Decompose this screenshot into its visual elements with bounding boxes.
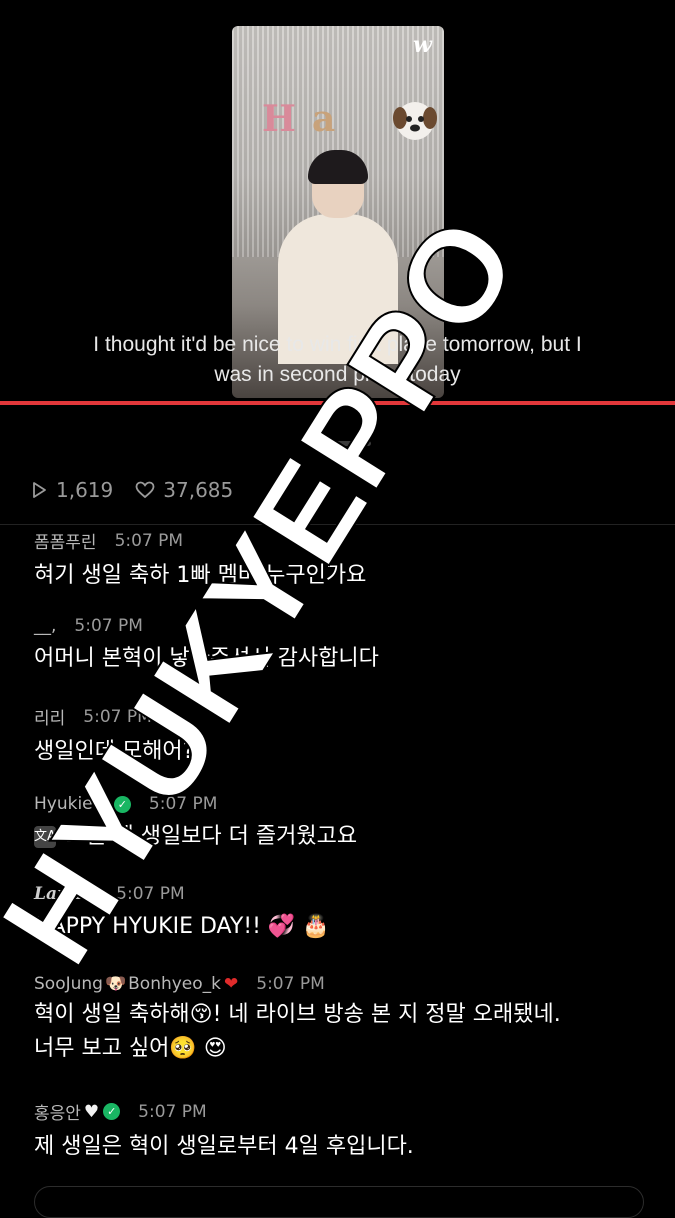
play-count: 1,619: [30, 478, 113, 502]
like-count-value: 37,685: [163, 478, 234, 502]
app-logo: w: [413, 32, 432, 58]
comment: __, 5:07 PM 어머니 본혁이 낳아주셔서 감사합니다: [34, 616, 379, 676]
comment-author-part[interactable]: Bonhyeo_k: [128, 974, 221, 994]
like-count: 37,685: [135, 478, 233, 502]
divider: [0, 524, 675, 525]
comment-author[interactable]: Hyukie: [34, 794, 93, 814]
comment: 홍응안 ♥ ✓ 5:07 PM 제 생일은 혁이 생일로부터 4일 후입니다.: [34, 1099, 414, 1164]
comment-time: 5:07 PM: [116, 884, 185, 904]
comment-text: 생일인데 모해어?: [34, 739, 195, 764]
comment-text: HAPPY HYUKIE DAY!! 💞 🎂: [34, 914, 330, 939]
heart-icon: ❤: [224, 974, 239, 994]
comment-text: 제 생일은 혁이 생일로부터 4일 후입니다.: [34, 1134, 414, 1159]
comment-time: 5:07 PM: [256, 974, 325, 994]
heart-icon[interactable]: [135, 481, 155, 499]
heart-icon: ❤: [95, 794, 110, 814]
comment: LaniE · 5:07 PM HAPPY HYUKIE DAY!! 💞 🎂: [34, 884, 330, 944]
play-count-value: 1,619: [56, 478, 114, 502]
comment-author[interactable]: 리리: [34, 704, 65, 729]
verified-badge-icon: ✓: [103, 1103, 121, 1120]
video-subtitle: I thought it'd be nice to win first plac…: [0, 330, 675, 390]
comment: 폼폼푸린 5:07 PM 혀기 생일 축하 1빠 멤버 누구인가요: [34, 528, 366, 593]
comment-text: 혀기 생일 축하 1빠 멤버 누구인가요: [34, 563, 367, 588]
comment-author[interactable]: 홍응안: [34, 1099, 81, 1124]
translate-icon[interactable]: 文A: [34, 826, 56, 848]
balloon-letter: a: [312, 98, 336, 140]
comment-input[interactable]: [34, 1186, 644, 1218]
subtitle-line: was in second place today: [214, 363, 461, 386]
comment-author[interactable]: __,: [34, 616, 56, 636]
comment: Hyukie ❤ ✓ 5:07 PM 文A 오늘 제 생일보다 더 즐거웠고요: [34, 794, 357, 854]
comment-author-part[interactable]: SooJung: [34, 974, 103, 994]
comment-time: 5:07 PM: [138, 1101, 207, 1122]
comment-text: 혁이 생일 축하해😚! 네 라이브 방송 본 지 정말 오래됐네.: [34, 1002, 561, 1027]
video-stats: 1,619 37,685: [30, 478, 255, 502]
dog-icon: 🐶: [104, 974, 127, 994]
comment-time: 5:07 PM: [148, 794, 218, 814]
comment-author[interactable]: 폼폼푸린: [34, 528, 97, 553]
dog-balloon-icon: [393, 102, 437, 140]
comment-time: 5:07 PM: [83, 706, 152, 727]
verified-badge-icon: ✓: [113, 795, 131, 813]
comment-text: 너무 보고 싶어🥺 😍: [34, 1036, 227, 1061]
drag-handle[interactable]: [305, 441, 371, 446]
comment-time: 5:07 PM: [74, 616, 143, 636]
comment-text: 오늘 제 생일보다 더 즐거웠고요: [66, 824, 358, 849]
play-icon: [33, 482, 46, 498]
comment: 리리 5:07 PM 생일인데 모해어?: [34, 704, 194, 769]
streamer-figure: [278, 150, 398, 364]
separator-dot: ·: [92, 884, 99, 904]
comment: SooJung 🐶 Bonhyeo_k ❤ 5:07 PM 혁이 생일 축하해😚…: [34, 974, 561, 1066]
comment-time: 5:07 PM: [114, 530, 184, 551]
comment-text: 어머니 본혁이 낳아주셔서 감사합니다: [34, 646, 379, 671]
progress-line: [0, 401, 675, 405]
comment-author[interactable]: LaniE: [34, 884, 89, 904]
white-heart-icon: ♥: [83, 1101, 100, 1122]
subtitle-line: I thought it'd be nice to win first plac…: [93, 333, 582, 356]
balloon-letter: H: [262, 98, 297, 140]
